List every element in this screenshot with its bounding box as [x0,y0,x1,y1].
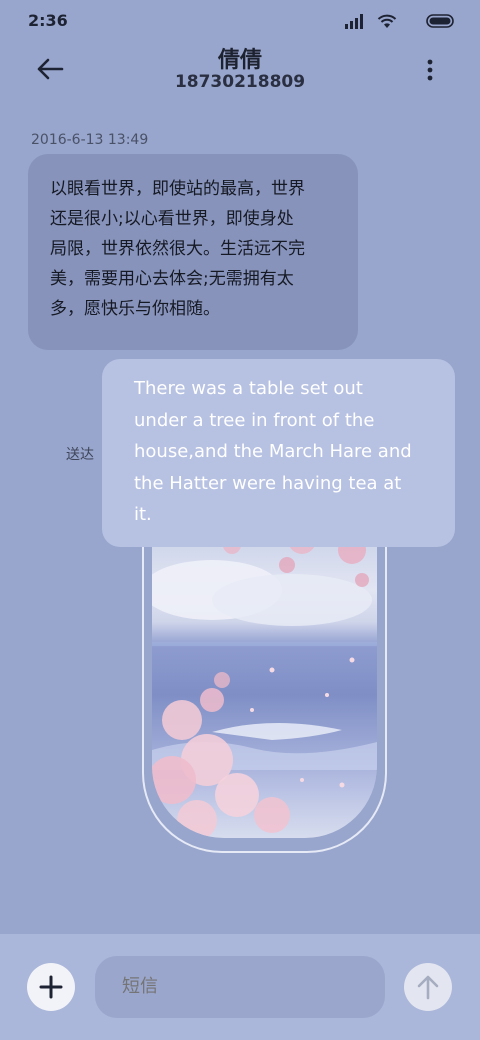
message-line: 还是很小;以心看世界，即使身处 [50,209,294,229]
message-line: There was a table set out [134,378,363,399]
add-attachment-button[interactable] [27,963,75,1011]
wallpaper-frame [142,520,387,853]
message-line: 以眼看世界，即使站的最高，世界 [50,179,305,199]
message-line: 美，需要用心去体会;无需拥有太 [50,269,294,289]
message-line: it. [134,504,152,525]
more-vertical-icon[interactable] [420,56,440,84]
wallpaper-illustration [152,520,377,838]
status-icons [306,13,456,29]
outgoing-message-bubble[interactable]: There was a table set out under a tree i… [102,359,455,547]
incoming-message-bubble[interactable]: 以眼看世界，即使站的最高，世界 还是很小;以心看世界，即使身处 局限，世界依然很… [28,154,358,350]
message-line: 多，愿快乐与你相随。 [50,299,220,319]
compose-bar [0,934,480,1040]
conversation-header: 倩倩 18730218809 [0,40,480,102]
message-line: under a tree in front of the [134,409,375,431]
signal-icon [345,14,363,29]
delivery-status: 送达 [66,447,94,463]
message-line: 局限，世界依然很大。生活远不完 [50,239,305,259]
contact-name: 倩倩 [217,48,262,73]
send-button[interactable] [404,963,452,1011]
contact-number: 18730218809 [174,72,306,92]
status-time: 2:36 [28,11,68,30]
message-line: the Hatter were having tea at [134,472,402,494]
message-input[interactable] [95,956,385,1018]
message-line: house,and the March Hare and [134,441,412,462]
message-timestamp: 2016-6-13 13:49 [31,132,149,148]
plus-icon [39,975,63,999]
send-arrow-icon [417,975,439,1000]
wifi-icon [377,14,397,28]
status-bar: 2:36 [0,0,480,40]
battery-icon [426,14,454,28]
